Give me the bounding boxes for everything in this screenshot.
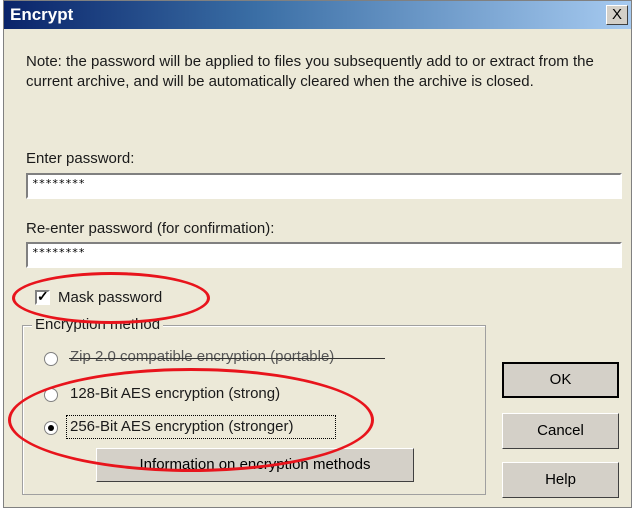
- annotation-ellipse-mask: [12, 272, 210, 324]
- close-button[interactable]: X: [606, 5, 628, 25]
- password-label: Enter password:: [26, 150, 135, 167]
- reenter-password-label: Re-enter password (for confirmation):: [26, 220, 275, 237]
- option-zip20-label[interactable]: Zip 2.0 compatible encryption (portable): [70, 348, 334, 365]
- radio-zip20[interactable]: [44, 352, 58, 366]
- note-text: Note: the password will be applied to fi…: [26, 53, 594, 90]
- strikethrough-line: [69, 358, 385, 359]
- close-icon: X: [611, 6, 622, 23]
- ok-button[interactable]: OK: [502, 362, 619, 398]
- title-bar[interactable]: Encrypt X: [4, 1, 631, 29]
- password-field[interactable]: ********: [26, 173, 622, 199]
- cancel-button[interactable]: Cancel: [502, 413, 619, 449]
- annotation-ellipse-aes: [8, 368, 374, 472]
- reenter-password-field[interactable]: ********: [26, 242, 622, 268]
- dialog-title: Encrypt: [10, 5, 74, 24]
- help-button[interactable]: Help: [502, 462, 619, 498]
